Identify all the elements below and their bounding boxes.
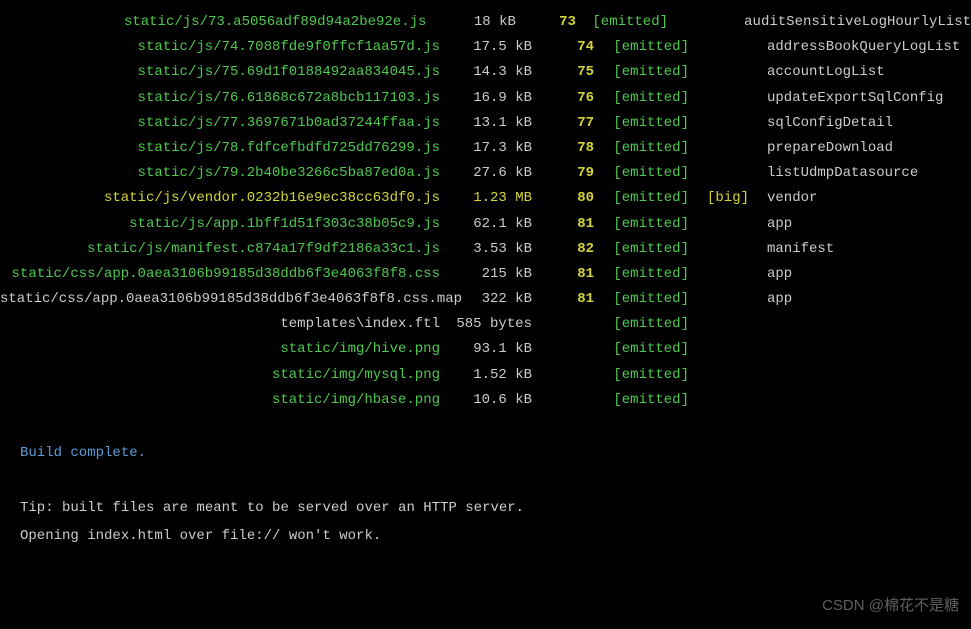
asset-path: static/js/78.fdfcefbdfd725dd76299.js [0,136,450,161]
asset-row: static/js/vendor.0232b16e9ec38cc63df0.js… [0,186,971,211]
asset-size: 14.3 kB [450,60,532,85]
asset-path: static/img/hive.png [0,337,450,362]
asset-path: static/js/manifest.c874a17f9df2186a33c1.… [0,237,450,262]
asset-size: 1.52 kB [450,363,532,388]
chunk-id: 76 [532,86,594,111]
asset-path: static/img/mysql.png [0,363,450,388]
asset-path: static/js/73.a5056adf89d94a2be92e.js [0,10,436,35]
emitted-flag: [emitted] [594,136,689,161]
asset-size: 17.3 kB [450,136,532,161]
asset-row: static/img/hive.png93.1 kB [emitted] [0,337,971,362]
emitted-flag: [emitted] [594,388,689,413]
asset-row: templates\index.ftl585 bytes [emitted] [0,312,971,337]
build-complete-message: Build complete. [20,441,971,466]
asset-row: static/js/73.a5056adf89d94a2be92e.js18 k… [0,10,971,35]
emitted-flag: [emitted] [594,161,689,186]
emitted-flag: [emitted] [594,86,689,111]
asset-path: static/img/hbase.png [0,388,450,413]
asset-size: 322 kB [450,287,532,312]
chunk-id: 74 [532,35,594,60]
tip-line-1: Tip: built files are meant to be served … [20,494,971,522]
asset-size: 585 bytes [450,312,532,337]
asset-path: static/js/75.69d1f0188492aa834045.js [0,60,450,85]
big-flag: [big] [689,186,749,211]
chunk-name: vendor [749,186,817,211]
chunk-id: 75 [532,60,594,85]
asset-row: static/js/79.2b40be3266c5ba87ed0a.js27.6… [0,161,971,186]
chunk-name: accountLogList [749,60,885,85]
asset-path: static/js/app.1bff1d51f303c38b05c9.js [0,212,450,237]
chunk-name: app [749,212,792,237]
asset-size: 62.1 kB [450,212,532,237]
asset-size: 1.23 MB [450,186,532,211]
asset-row: static/img/hbase.png10.6 kB [emitted] [0,388,971,413]
asset-size: 215 kB [450,262,532,287]
emitted-flag: [emitted] [594,237,689,262]
chunk-id: 82 [532,237,594,262]
asset-size: 93.1 kB [450,337,532,362]
emitted-flag: [emitted] [594,337,689,362]
asset-row: static/js/manifest.c874a17f9df2186a33c1.… [0,237,971,262]
emitted-flag: [emitted] [594,186,689,211]
build-output-table: static/js/73.a5056adf89d94a2be92e.js18 k… [0,10,971,413]
asset-size: 3.53 kB [450,237,532,262]
asset-row: static/css/app.0aea3106b99185d38ddb6f3e4… [0,287,971,312]
asset-size: 27.6 kB [450,161,532,186]
asset-path: static/js/77.3697671b0ad37244ffaa.js [0,111,450,136]
asset-row: static/js/app.1bff1d51f303c38b05c9.js62.… [0,212,971,237]
asset-row: static/js/77.3697671b0ad37244ffaa.js13.1… [0,111,971,136]
emitted-flag: [emitted] [594,262,689,287]
asset-size: 10.6 kB [450,388,532,413]
chunk-id: 73 [516,10,576,35]
emitted-flag: [emitted] [594,363,689,388]
asset-row: static/js/76.61868c672a8bcb117103.js16.9… [0,86,971,111]
emitted-flag: [emitted] [594,111,689,136]
asset-row: static/img/mysql.png1.52 kB [emitted] [0,363,971,388]
chunk-name: listUdmpDatasource [749,161,918,186]
asset-size: 18 kB [436,10,515,35]
emitted-flag: [emitted] [594,212,689,237]
asset-path: static/js/74.7088fde9f0ffcf1aa57d.js [0,35,450,60]
emitted-flag: [emitted] [594,60,689,85]
emitted-flag: [emitted] [594,312,689,337]
chunk-name: sqlConfigDetail [749,111,893,136]
asset-path: static/css/app.0aea3106b99185d38ddb6f3e4… [0,262,450,287]
emitted-flag: [emitted] [594,287,689,312]
chunk-name: app [749,287,792,312]
watermark: CSDN @棉花不是糖 [822,592,959,619]
asset-path: static/js/vendor.0232b16e9ec38cc63df0.js [0,186,450,211]
chunk-name: app [749,262,792,287]
asset-path: static/css/app.0aea3106b99185d38ddb6f3e4… [0,287,450,312]
chunk-name: auditSensitiveLogHourlyList [726,10,971,35]
chunk-name: addressBookQueryLogList [749,35,960,60]
tip-line-2: Opening index.html over file:// won't wo… [20,522,971,550]
chunk-id: 79 [532,161,594,186]
chunk-name: updateExportSqlConfig [749,86,943,111]
asset-path: templates\index.ftl [0,312,450,337]
asset-row: static/css/app.0aea3106b99185d38ddb6f3e4… [0,262,971,287]
asset-size: 16.9 kB [450,86,532,111]
chunk-id: 81 [532,262,594,287]
asset-row: static/js/75.69d1f0188492aa834045.js14.3… [0,60,971,85]
asset-path: static/js/76.61868c672a8bcb117103.js [0,86,450,111]
chunk-name: prepareDownload [749,136,893,161]
chunk-id: 77 [532,111,594,136]
chunk-id: 81 [532,287,594,312]
chunk-id: 78 [532,136,594,161]
chunk-id: 80 [532,186,594,211]
chunk-name: manifest [749,237,834,262]
asset-size: 13.1 kB [450,111,532,136]
build-footer: Build complete. Tip: built files are mea… [0,441,971,550]
chunk-id: 81 [532,212,594,237]
emitted-flag: [emitted] [594,35,689,60]
asset-size: 17.5 kB [450,35,532,60]
asset-path: static/js/79.2b40be3266c5ba87ed0a.js [0,161,450,186]
asset-row: static/js/78.fdfcefbdfd725dd76299.js17.3… [0,136,971,161]
emitted-flag: [emitted] [576,10,668,35]
asset-row: static/js/74.7088fde9f0ffcf1aa57d.js17.5… [0,35,971,60]
